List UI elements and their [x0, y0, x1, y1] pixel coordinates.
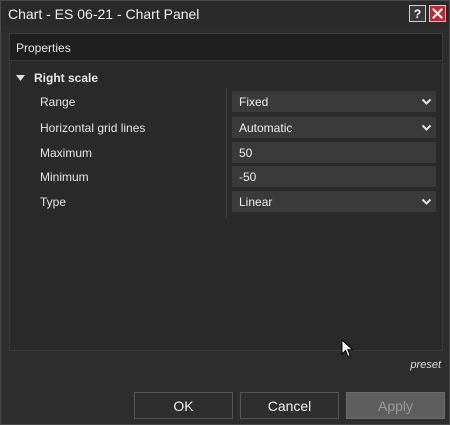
property-label: Minimum: [40, 170, 89, 184]
chevron-down-icon: [421, 124, 432, 131]
property-value: Fixed: [239, 95, 269, 109]
window-title: Chart - ES 06-21 - Chart Panel: [8, 6, 200, 22]
chevron-down-icon: [421, 198, 432, 205]
property-row-maximum: Maximum 50: [10, 142, 442, 164]
property-row-horizontal-grid-lines: Horizontal grid lines Automatic: [10, 117, 442, 139]
cancel-button[interactable]: Cancel: [240, 392, 339, 419]
range-dropdown[interactable]: Fixed: [232, 91, 436, 112]
property-value: Linear: [239, 195, 273, 209]
close-button[interactable]: [429, 5, 446, 22]
property-label: Horizontal grid lines: [40, 121, 146, 135]
property-label: Maximum: [40, 146, 93, 160]
property-row-type: Type Linear: [10, 191, 442, 213]
section-right-scale[interactable]: Right scale: [16, 70, 98, 86]
title-bar[interactable]: Chart - ES 06-21 - Chart Panel ?: [1, 1, 449, 27]
property-row-minimum: Minimum -50: [10, 166, 442, 188]
property-value: -50: [239, 170, 257, 184]
section-label: Right scale: [34, 71, 99, 85]
property-label: Range: [40, 95, 76, 109]
chevron-down-icon: [421, 98, 432, 105]
property-value: Automatic: [239, 121, 293, 135]
properties-header: Properties: [10, 34, 442, 61]
properties-title: Properties: [16, 41, 71, 55]
properties-panel: Properties Right scale Range Fixed Horiz…: [9, 33, 443, 351]
maximum-input[interactable]: 50: [232, 142, 436, 163]
preset-link[interactable]: preset: [410, 359, 441, 371]
help-icon: ?: [413, 6, 422, 21]
triangle-down-icon[interactable]: [16, 73, 26, 83]
horizontal-grid-lines-dropdown[interactable]: Automatic: [232, 117, 436, 138]
type-dropdown[interactable]: Linear: [232, 191, 436, 212]
property-row-range: Range Fixed: [10, 91, 442, 113]
property-label: Type: [40, 195, 67, 209]
ok-button[interactable]: OK: [134, 392, 233, 419]
property-value: 50: [239, 146, 253, 160]
close-icon: [432, 8, 443, 19]
mouse-pointer-icon: [341, 339, 354, 358]
apply-button[interactable]: Apply: [346, 392, 445, 419]
chart-panel-dialog: Chart - ES 06-21 - Chart Panel ? Propert…: [0, 0, 450, 425]
help-button[interactable]: ?: [409, 5, 426, 22]
minimum-input[interactable]: -50: [232, 166, 436, 187]
